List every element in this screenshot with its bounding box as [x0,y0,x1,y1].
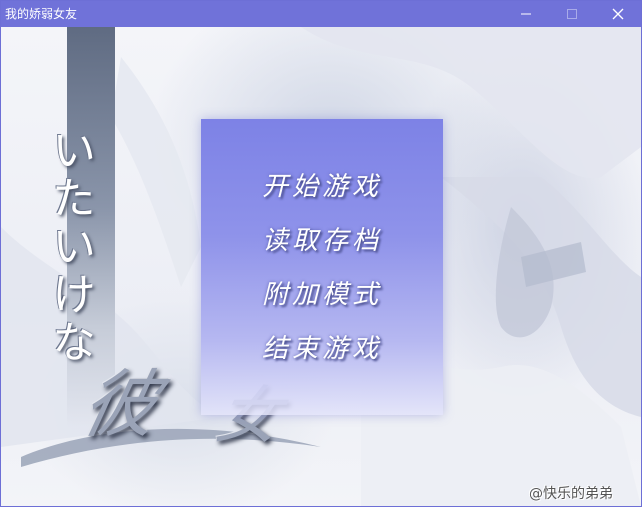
menu-extra-mode[interactable]: 附加模式 [201,275,443,315]
close-button[interactable] [595,1,641,27]
maximize-button[interactable] [549,1,595,27]
main-menu-panel: 开始游戏 读取存档 附加模式 结束游戏 [201,119,443,415]
title-bar[interactable]: 我的娇弱女友 [1,1,641,27]
logo-kana: いたいけな [44,127,95,367]
window-title: 我的娇弱女友 [5,7,78,21]
menu-start-game[interactable]: 开始游戏 [201,167,443,207]
menu-load-save[interactable]: 读取存档 [201,221,443,261]
minimize-icon [521,13,531,15]
menu-quit-game[interactable]: 结束游戏 [201,329,443,369]
title-screen: いたいけな 彼 女 开始游戏 读取存档 附加模式 结束游戏 @快乐的弟弟 [1,27,641,506]
watermark-text: @快乐的弟弟 [529,486,613,502]
close-icon [612,8,624,20]
maximize-icon [567,9,577,19]
minimize-button[interactable] [503,1,549,27]
game-window: 我的娇弱女友 いたいけな 彼 女 开始游戏 读取存档 附加模式 结束游戏 @快乐… [0,0,642,507]
